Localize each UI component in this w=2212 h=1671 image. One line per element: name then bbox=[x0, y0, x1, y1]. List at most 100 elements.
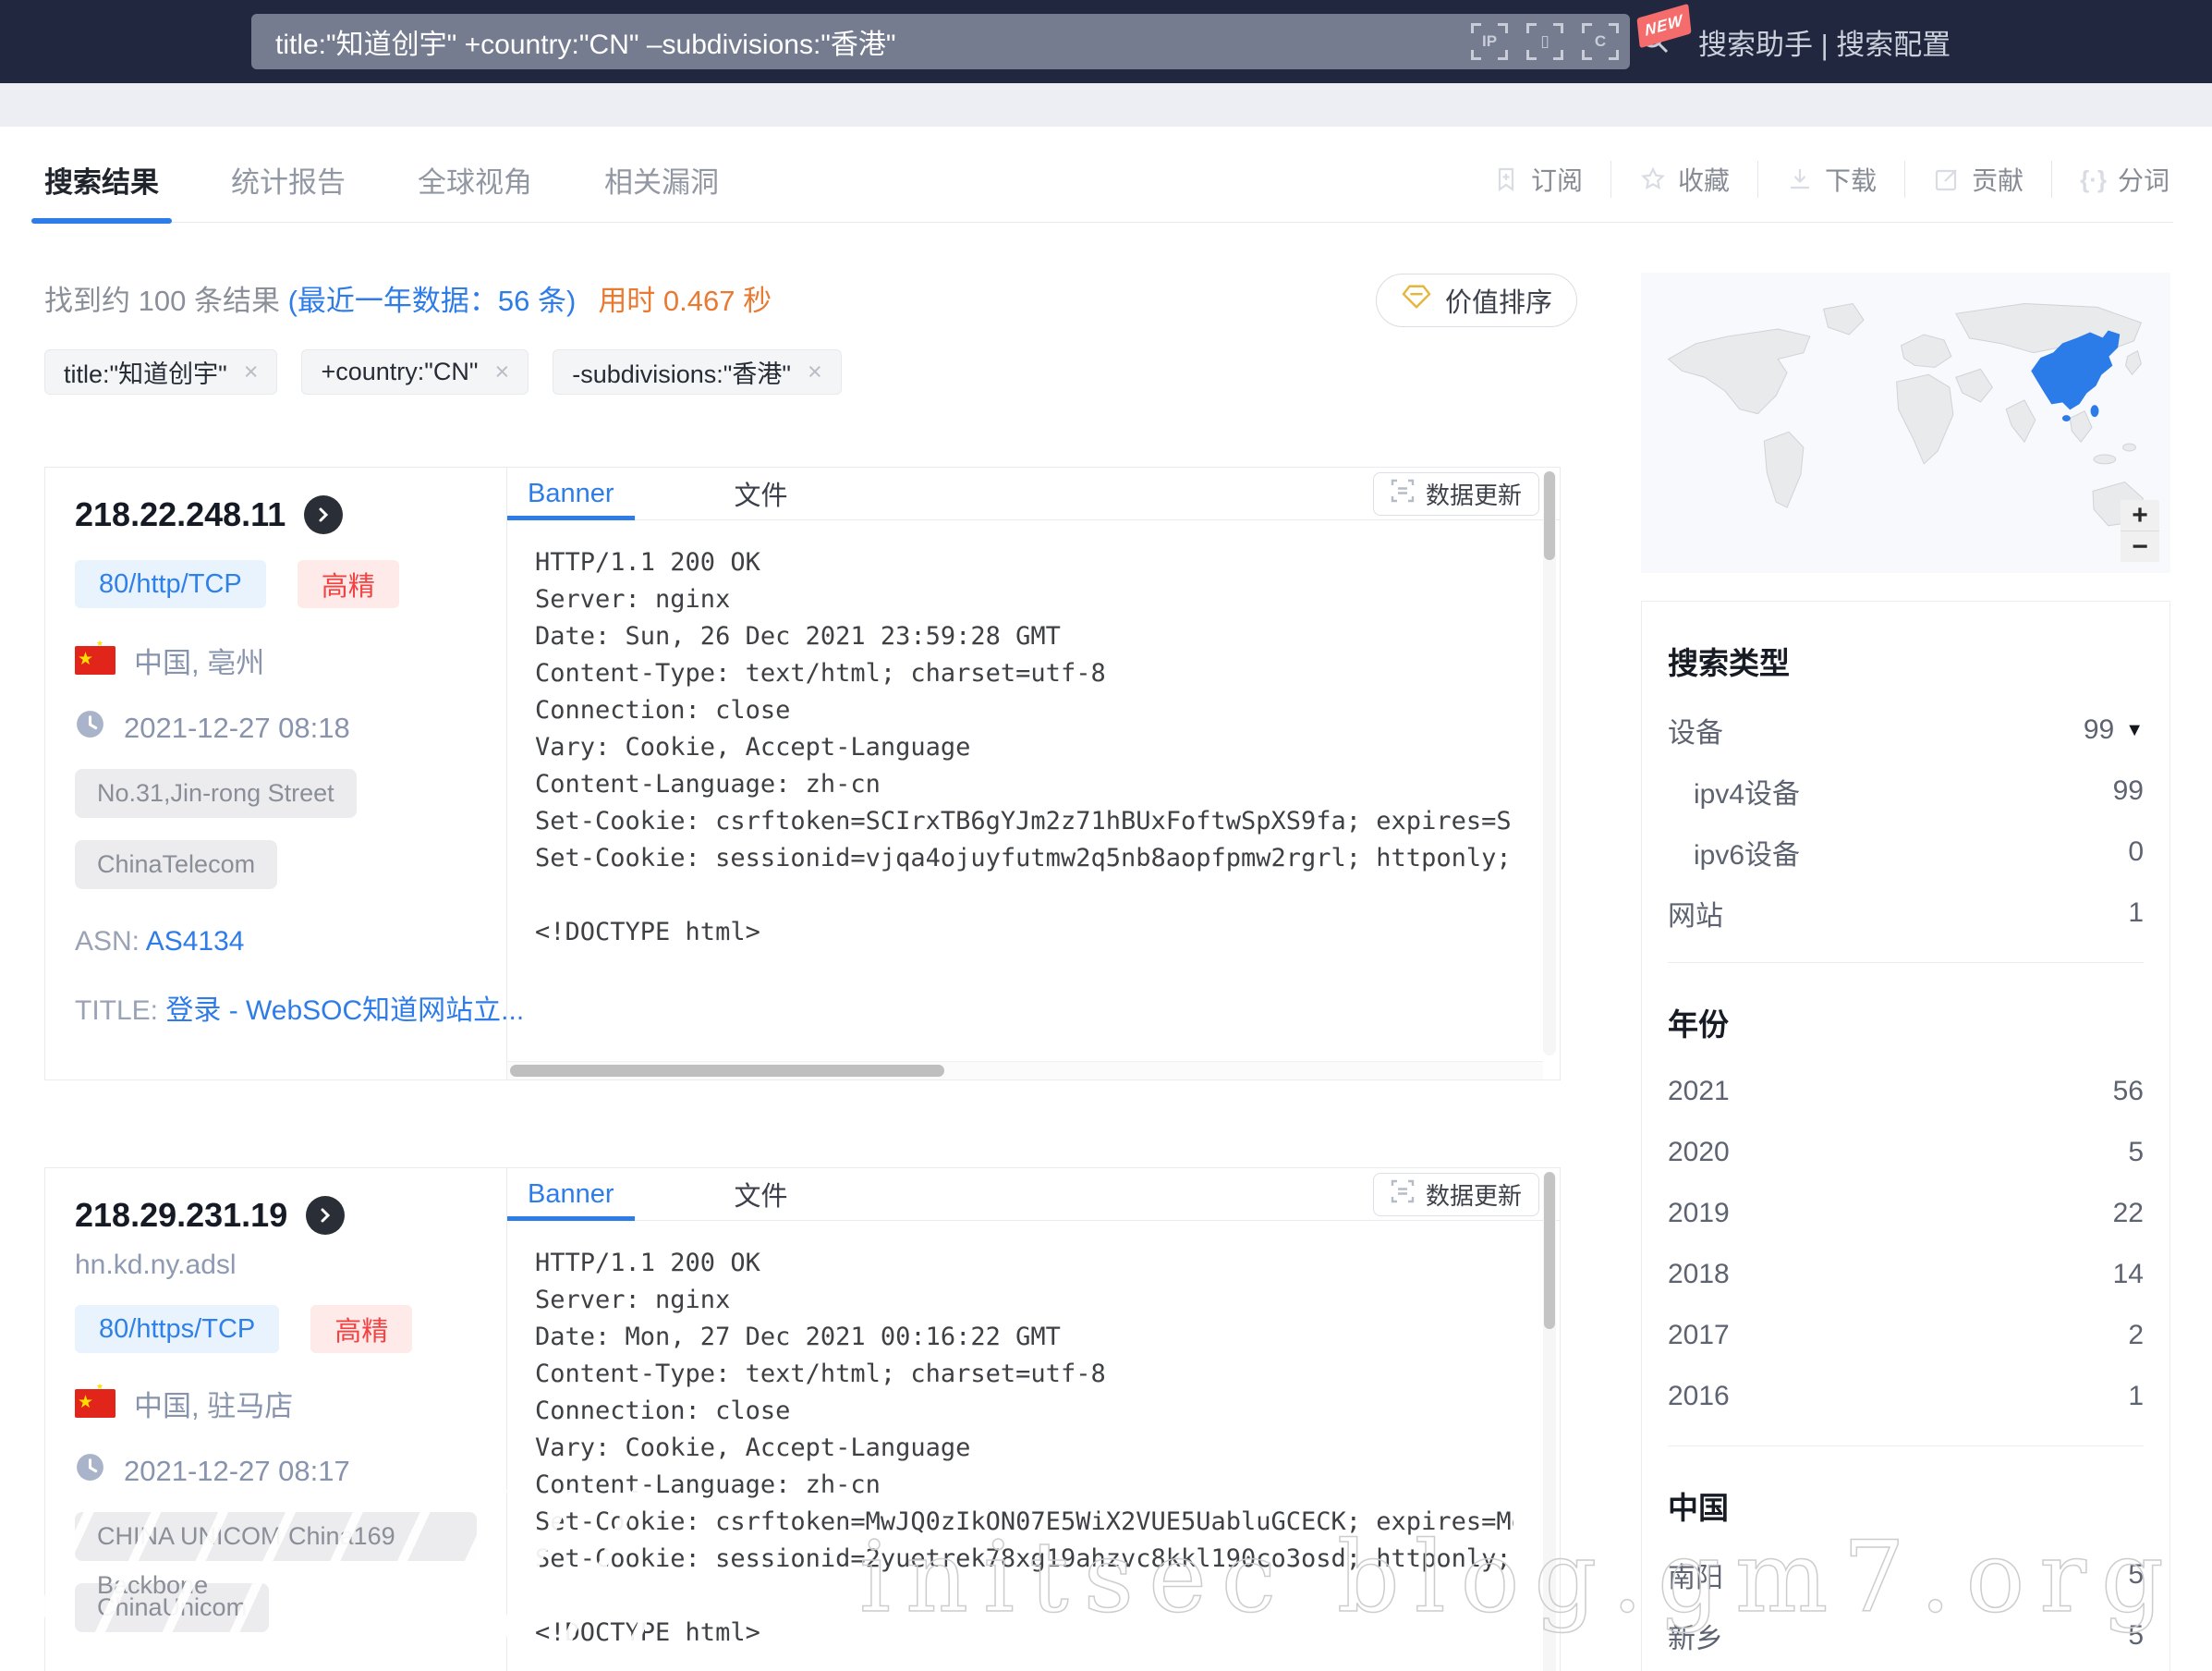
vertical-scrollbar[interactable] bbox=[1543, 471, 1556, 1055]
banner-line: Set-Cookie: sessionid=2yuetrek78xg19ahzv… bbox=[535, 1541, 1513, 1578]
result-ip[interactable]: 218.29.231.19 bbox=[75, 1196, 287, 1235]
tab-banner[interactable]: Banner bbox=[528, 468, 614, 519]
download-label: 下载 bbox=[1825, 161, 1877, 198]
filter-chip-title[interactable]: title:"知道创宇" × bbox=[44, 349, 277, 395]
filter-chip-subdivisions[interactable]: -subdivisions:"香港" × bbox=[553, 349, 842, 395]
tab-statistics-report[interactable]: 统计报告 bbox=[231, 137, 346, 222]
banner-line: HTTP/1.1 200 OK bbox=[535, 544, 1513, 581]
remove-filter-icon[interactable]: × bbox=[494, 358, 509, 386]
value-sort-button[interactable]: 价值排序 bbox=[1376, 274, 1577, 327]
port-service-tag[interactable]: 80/https/TCP bbox=[75, 1305, 279, 1353]
page-actions: 订阅 收藏 下载 bbox=[1465, 161, 2173, 198]
bookmark-plus-icon bbox=[1492, 165, 1520, 193]
filter-chip-country[interactable]: +country:"CN" × bbox=[301, 349, 529, 395]
caret-down-icon[interactable]: ▼ bbox=[2125, 720, 2144, 741]
contribute-button[interactable]: 贡献 bbox=[1904, 161, 2051, 198]
facet-value: 56 bbox=[2113, 1076, 2144, 1107]
precision-tag: 高精 bbox=[298, 560, 399, 608]
world-map[interactable]: + − bbox=[1641, 273, 2170, 573]
horizontal-scrollbar[interactable] bbox=[507, 1061, 1543, 1079]
facet-row-2019[interactable]: 2019 22 bbox=[1668, 1183, 2144, 1244]
zoom-in-button[interactable]: + bbox=[2121, 500, 2159, 531]
zoom-out-button[interactable]: − bbox=[2121, 531, 2159, 562]
map-islands bbox=[2123, 444, 2136, 451]
open-detail-button[interactable] bbox=[304, 495, 343, 534]
banner-line: Server: nginx bbox=[535, 1282, 1513, 1319]
map-japan bbox=[2126, 351, 2142, 375]
scrollbar-thumb[interactable] bbox=[510, 1065, 944, 1077]
result-card: 218.22.248.11 80/http/TCP 高精 ★ ★ 中国, 亳州 bbox=[44, 467, 1561, 1080]
facet-row-ipv4[interactable]: ipv4设备 99 bbox=[1668, 761, 2144, 822]
facet-value: 5 bbox=[2128, 1137, 2144, 1168]
facet-sidebar: 搜索类型 设备 99▼ ipv4设备 99 ipv6设备 0 网站 1 年份 2… bbox=[1641, 601, 2170, 1671]
tab-global-view[interactable]: 全球视角 bbox=[418, 137, 532, 222]
facet-label: 2020 bbox=[1668, 1137, 1730, 1168]
facet-section-search-type: 搜索类型 设备 99▼ ipv4设备 99 ipv6设备 0 网站 1 bbox=[1668, 602, 2144, 962]
edit-icon bbox=[1933, 165, 1961, 193]
facet-row-xinxiang[interactable]: 新乡 5 bbox=[1668, 1605, 2144, 1666]
data-update-label: 数据更新 bbox=[1426, 1177, 1522, 1212]
data-update-button[interactable]: 数据更新 bbox=[1373, 1173, 1539, 1216]
tabs-row: 搜索结果 统计报告 全球视角 相关漏洞 订阅 收藏 bbox=[44, 137, 2173, 223]
result-card: 218.29.231.19 hn.kd.ny.adsl 80/https/TCP… bbox=[44, 1167, 1561, 1671]
tab-file[interactable]: 文件 bbox=[735, 1168, 788, 1220]
facet-row-2018[interactable]: 2018 14 bbox=[1668, 1244, 2144, 1305]
ip-scan-icon[interactable]: IP bbox=[1471, 23, 1508, 60]
banner-panel: Banner 文件 数据更新 HTTP/1.1 200 OK Server: n… bbox=[507, 468, 1560, 1079]
result-ip[interactable]: 218.22.248.11 bbox=[75, 495, 286, 534]
facet-row-2020[interactable]: 2020 5 bbox=[1668, 1122, 2144, 1183]
flag-star: ★ bbox=[96, 1382, 103, 1392]
banner-content: HTTP/1.1 200 OK Server: nginx Date: Mon,… bbox=[507, 1221, 1560, 1671]
vertical-scrollbar[interactable] bbox=[1543, 1172, 1556, 1671]
result-info-panel: 218.22.248.11 80/http/TCP 高精 ★ ★ 中国, 亳州 bbox=[45, 468, 507, 1079]
refresh-scan-icon bbox=[1391, 1179, 1415, 1210]
scrollbar-thumb[interactable] bbox=[1544, 471, 1555, 560]
recent-count-link[interactable]: (最近一年数据：56 条) bbox=[288, 285, 577, 317]
facet-value: 1 bbox=[2128, 1381, 2144, 1412]
map-north-america bbox=[1669, 329, 1810, 414]
asn-link[interactable]: AS4134 bbox=[146, 926, 245, 957]
map-taiwan bbox=[2091, 406, 2098, 417]
tab-search-results[interactable]: 搜索结果 bbox=[44, 137, 159, 222]
download-button[interactable]: 下载 bbox=[1757, 161, 1904, 198]
address-chip: No.31,Jin-rong Street bbox=[75, 769, 357, 818]
facet-label: ipv6设备 bbox=[1668, 832, 1800, 872]
favicon-scan-icon[interactable]: C bbox=[1582, 23, 1619, 60]
facet-row-nanyang[interactable]: 南阳 5 bbox=[1668, 1544, 2144, 1605]
facet-heading: 中国 bbox=[1668, 1483, 2144, 1528]
segmentation-button[interactable]: {·} 分词 bbox=[2051, 161, 2173, 198]
facet-row-2017[interactable]: 2017 2 bbox=[1668, 1305, 2144, 1366]
flag-star: ★ bbox=[78, 1388, 93, 1417]
tab-related-vulnerabilities[interactable]: 相关漏洞 bbox=[604, 137, 719, 222]
facet-row-2016[interactable]: 2016 1 bbox=[1668, 1366, 2144, 1427]
facet-label: 设备 bbox=[1668, 710, 1723, 750]
port-service-tag[interactable]: 80/http/TCP bbox=[75, 560, 266, 608]
tab-file[interactable]: 文件 bbox=[735, 468, 788, 519]
banner-line: Vary: Cookie, Accept-Language bbox=[535, 1430, 1513, 1467]
nav-links[interactable]: 搜索助手 | 搜索配置 bbox=[1698, 0, 1951, 83]
file-scan-icon[interactable]: ▯ bbox=[1526, 23, 1563, 60]
scrollbar-thumb[interactable] bbox=[1544, 1172, 1555, 1329]
banner-line: <!DOCTYPE html> bbox=[535, 1615, 1513, 1652]
tab-banner[interactable]: Banner bbox=[528, 1168, 614, 1220]
map-south-america bbox=[1764, 432, 1803, 507]
data-update-button[interactable]: 数据更新 bbox=[1373, 472, 1539, 516]
facet-label: 2017 bbox=[1668, 1320, 1730, 1351]
facet-row-website[interactable]: 网站 1 bbox=[1668, 883, 2144, 944]
facet-row-ipv6[interactable]: ipv6设备 0 bbox=[1668, 822, 2144, 883]
remove-filter-icon[interactable]: × bbox=[808, 358, 822, 386]
asn-label: ASN: bbox=[75, 926, 140, 957]
open-detail-button[interactable] bbox=[306, 1196, 345, 1235]
subscribe-button[interactable]: 订阅 bbox=[1465, 161, 1610, 198]
facet-row-2021[interactable]: 2021 56 bbox=[1668, 1061, 2144, 1122]
favorite-button[interactable]: 收藏 bbox=[1610, 161, 1757, 198]
banner-line: Connection: close bbox=[535, 692, 1513, 729]
facet-row-device[interactable]: 设备 99▼ bbox=[1668, 700, 2144, 761]
flag-star: ★ bbox=[78, 645, 93, 674]
title-link[interactable]: 登录 - WebSOC知道网站立... bbox=[165, 995, 524, 1026]
clock-icon bbox=[75, 709, 105, 747]
banner-line: Set-Cookie: csrftoken=MwJQ0zIkON07E5WiX2… bbox=[535, 1504, 1513, 1541]
search-input[interactable] bbox=[251, 14, 1630, 69]
remove-filter-icon[interactable]: × bbox=[244, 358, 259, 386]
banner-line: <!DOCTYPE html> bbox=[535, 914, 1513, 951]
